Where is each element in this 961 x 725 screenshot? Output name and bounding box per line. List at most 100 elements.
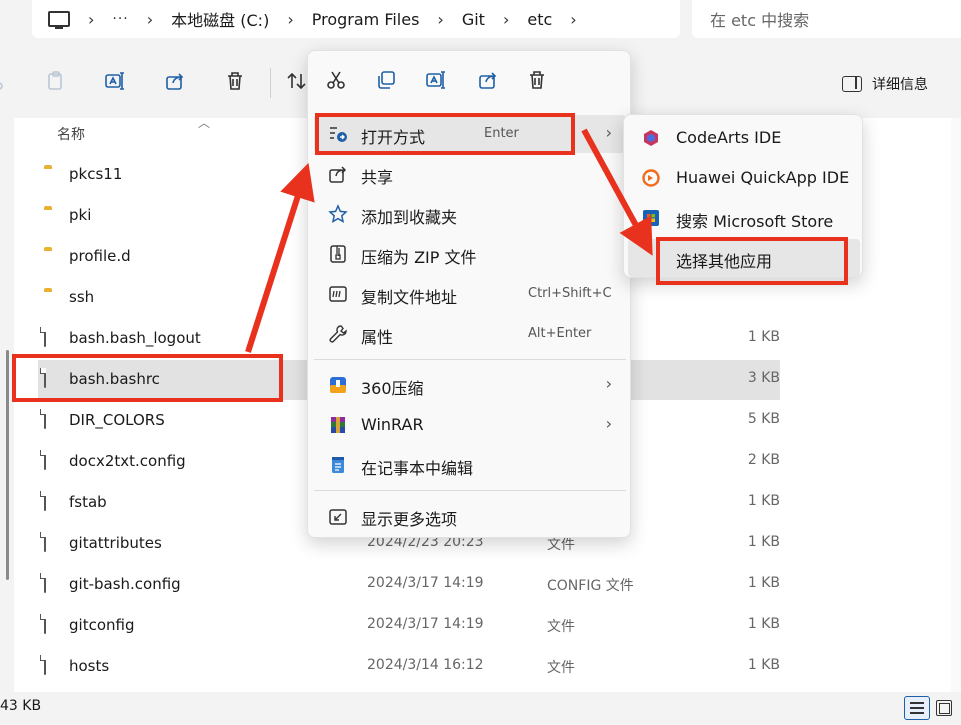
status-bar: 43 KB — [0, 692, 961, 725]
file-size: 2 KB — [747, 452, 780, 468]
menu-copy-path[interactable]: 复制文件地址 Ctrl+Shift+C — [314, 275, 626, 313]
file-size: 3 KB — [747, 370, 780, 386]
file-name: hosts — [69, 657, 110, 675]
file-date: 2024/3/14 16:12 — [367, 657, 484, 673]
wrench-icon — [329, 325, 347, 343]
file-row[interactable]: git-bash.config 2024/3/17 14:19 CONFIG 文件 1… — [38, 565, 780, 605]
file-name: git-bash.config — [69, 575, 181, 593]
menu-360zip[interactable]: 360压缩 › — [314, 366, 626, 404]
row-icon — [44, 532, 46, 552]
menu-compress-zip[interactable]: 压缩为 ZIP 文件 — [314, 235, 626, 273]
details-view-button[interactable] — [904, 696, 930, 720]
menu-show-more-label: 显示更多选项 — [361, 510, 458, 529]
row-icon — [44, 491, 46, 511]
sort-icon[interactable] — [286, 70, 308, 92]
this-pc-icon[interactable] — [48, 11, 70, 29]
details-pane-button[interactable]: 详细信息 — [842, 74, 928, 94]
rename-icon[interactable] — [104, 70, 126, 92]
tiles-view-button[interactable] — [936, 700, 952, 716]
submenu-item-label: CodeArts IDE — [676, 128, 782, 147]
breadcrumb-etc[interactable]: etc — [527, 10, 552, 29]
file-icon — [44, 655, 46, 675]
file-list-scrollbar[interactable] — [951, 118, 961, 692]
chevron-right-icon[interactable]: › — [88, 10, 94, 29]
menu-copy-path-label: 复制文件地址 — [361, 288, 458, 307]
menu-show-more[interactable]: 显示更多选项 — [314, 497, 626, 535]
file-size: 1 KB — [747, 616, 780, 632]
chevron-right-icon[interactable]: › — [570, 10, 576, 29]
status-size: 43 KB — [0, 698, 42, 714]
menu-properties-label: 属性 — [361, 328, 394, 347]
row-icon — [44, 614, 46, 634]
menu-compress-zip-label: 压缩为 ZIP 文件 — [361, 248, 477, 267]
chevron-right-icon[interactable]: › — [147, 10, 153, 29]
file-icon — [44, 327, 46, 347]
file-size: 1 KB — [747, 329, 780, 345]
breadcrumb-drive[interactable]: 本地磁盘 (C:) — [171, 7, 269, 31]
file-date: 2024/3/17 14:19 — [367, 575, 484, 591]
submenu-huawei-quickapp-ide[interactable]: Huawei QuickApp IDE — [628, 159, 860, 197]
file-name: pkcs11 — [69, 165, 123, 183]
paste-icon[interactable] — [45, 70, 67, 92]
search-input[interactable]: 在 etc 中搜索 — [692, 0, 961, 38]
file-row[interactable]: hosts 2024/3/14 16:12 文件 1 KB — [38, 647, 780, 687]
chevron-right-icon: › — [605, 123, 612, 142]
row-icon — [44, 573, 46, 593]
submenu-search-store[interactable]: 搜索 Microsoft Store — [628, 199, 860, 237]
file-name: bash.bash_logout — [69, 329, 201, 347]
cut-icon[interactable] — [0, 70, 16, 92]
show-more-icon — [329, 509, 347, 525]
address-bar[interactable]: › ··· › 本地磁盘 (C:) › Program Files › Git … — [32, 0, 680, 38]
share-icon[interactable] — [477, 69, 499, 91]
menu-add-favorite[interactable]: 添加到收藏夹 — [314, 195, 626, 233]
menu-winrar[interactable]: WinRAR › — [314, 406, 626, 444]
menu-winrar-label: WinRAR — [361, 415, 424, 434]
file-size: 1 KB — [747, 493, 780, 509]
share-icon — [329, 166, 347, 183]
breadcrumb-program-files[interactable]: Program Files — [312, 10, 420, 29]
chevron-right-icon: › — [605, 374, 612, 393]
file-name: gitconfig — [69, 616, 135, 634]
file-icon — [44, 573, 46, 593]
annotation-box-open-with — [315, 113, 575, 155]
360zip-icon — [330, 377, 346, 393]
menu-copy-path-shortcut: Ctrl+Shift+C — [528, 286, 612, 301]
file-type: CONFIG 文件 — [547, 578, 634, 594]
file-name: docx2txt.config — [69, 452, 186, 470]
copy-icon[interactable] — [375, 69, 397, 91]
submenu-item-label: Huawei QuickApp IDE — [676, 168, 850, 187]
delete-icon[interactable] — [526, 69, 548, 91]
submenu-codearts-ide[interactable]: CodeArts IDE — [628, 119, 860, 157]
file-name: profile.d — [69, 247, 131, 265]
chevron-right-icon: › — [605, 414, 612, 433]
chevron-right-icon[interactable]: › — [503, 10, 509, 29]
menu-360zip-label: 360压缩 — [361, 379, 424, 398]
toolbar-divider — [270, 68, 271, 98]
share-icon[interactable] — [164, 70, 186, 92]
submenu-item-label: 搜索 Microsoft Store — [676, 212, 834, 231]
chevron-right-icon[interactable]: › — [437, 10, 443, 29]
file-row[interactable]: gitconfig 2024/3/17 14:19 文件 1 KB — [38, 606, 780, 646]
file-icon — [44, 614, 46, 634]
rename-icon[interactable] — [425, 69, 447, 91]
file-size: 1 KB — [747, 575, 780, 591]
breadcrumb-overflow[interactable]: ··· — [112, 11, 128, 27]
winrar-icon — [331, 417, 345, 433]
menu-properties[interactable]: 属性 Alt+Enter — [314, 315, 626, 353]
cut-icon[interactable] — [325, 69, 347, 91]
delete-icon[interactable] — [224, 70, 246, 92]
menu-divider — [314, 490, 626, 491]
notepad-icon — [332, 457, 344, 473]
menu-share[interactable]: 共享 — [314, 155, 626, 193]
star-icon — [328, 204, 348, 223]
details-pane-icon — [842, 76, 862, 92]
column-header-name[interactable]: 名称 — [57, 124, 85, 144]
menu-edit-notepad-label: 在记事本中编辑 — [361, 459, 474, 478]
file-date: 2024/3/17 14:19 — [367, 616, 484, 632]
breadcrumb-git[interactable]: Git — [462, 10, 485, 29]
nav-pane-scrollbar[interactable] — [6, 350, 9, 580]
chevron-right-icon[interactable]: › — [287, 10, 293, 29]
menu-edit-notepad[interactable]: 在记事本中编辑 — [314, 446, 626, 484]
context-menu-quick-actions — [308, 51, 632, 109]
annotation-box-file — [12, 354, 283, 402]
